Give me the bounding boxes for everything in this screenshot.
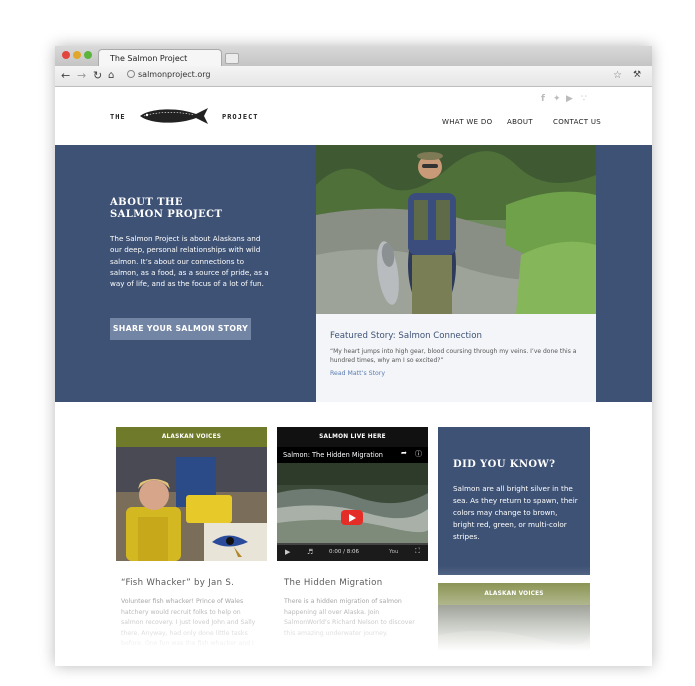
play-icon bbox=[349, 514, 356, 522]
new-tab-button[interactable] bbox=[225, 53, 239, 64]
forward-arrow-icon[interactable]: → bbox=[77, 68, 86, 83]
close-window-button[interactable] bbox=[62, 51, 70, 59]
featured-story-box: Featured Story: Salmon Connection “My he… bbox=[316, 314, 596, 402]
nav-what-we-do[interactable]: WHAT WE DO bbox=[442, 118, 492, 126]
alaskan-voices-photo[interactable] bbox=[116, 447, 267, 561]
share-icon[interactable]: ➦ bbox=[401, 449, 407, 457]
logo-text-the: THE bbox=[110, 113, 126, 121]
fullscreen-icon[interactable]: ⛶ bbox=[415, 547, 420, 556]
video-title[interactable]: Salmon: The Hidden Migration bbox=[283, 451, 383, 459]
video-frame bbox=[277, 463, 428, 543]
back-arrow-icon[interactable]: ← bbox=[61, 68, 70, 83]
reload-icon[interactable]: ↻ bbox=[93, 68, 102, 83]
minimize-window-button[interactable] bbox=[73, 51, 81, 59]
facebook-icon[interactable]: f bbox=[541, 94, 545, 104]
nav-contact-us[interactable]: CONTACT US bbox=[553, 118, 601, 126]
hero-body-text: The Salmon Project is about Alaskans and… bbox=[110, 234, 269, 289]
play-button[interactable] bbox=[341, 510, 363, 525]
globe-icon bbox=[127, 70, 135, 78]
alaskan-voices-title[interactable]: “Fish Whacker” by Jan S. bbox=[121, 578, 234, 588]
video-time: 0:00 / 8:06 bbox=[329, 549, 360, 555]
video-play-icon[interactable]: ▶ bbox=[285, 548, 290, 556]
did-you-know-text: Salmon are all bright silver in the sea.… bbox=[453, 484, 578, 541]
alaskan-voices-header: ALASKAN VOICES bbox=[116, 427, 267, 447]
featured-story-title[interactable]: Featured Story: Salmon Connection bbox=[330, 331, 482, 341]
youtube-logo-icon[interactable]: You bbox=[389, 549, 398, 555]
browser-toolbar: ← → ↻ ⌂ salmonproject.org ☆ ⚒ bbox=[55, 66, 652, 87]
wrench-icon[interactable]: ⚒ bbox=[633, 68, 641, 83]
browser-window: The Salmon Project ← → ↻ ⌂ salmonproject… bbox=[55, 46, 652, 666]
volume-icon[interactable]: ♬ bbox=[307, 548, 313, 556]
nav-about[interactable]: ABOUT bbox=[507, 118, 533, 126]
share-story-button[interactable]: SHARE YOUR SALMON STORY bbox=[110, 318, 251, 340]
read-story-link[interactable]: Read Matt’s Story bbox=[330, 370, 385, 377]
alaskan-voices-header-2: ALASKAN VOICES bbox=[438, 583, 590, 605]
home-icon[interactable]: ⌂ bbox=[108, 68, 114, 83]
rss-icon[interactable]: ∵ bbox=[581, 94, 587, 104]
video-controls: ▶ ♬ 0:00 / 8:06 You ⛶ bbox=[277, 543, 428, 561]
url-text: salmonproject.org bbox=[138, 70, 211, 79]
did-you-know-box: DID YOU KNOW? Salmon are all bright silv… bbox=[438, 427, 590, 575]
hidden-migration-title[interactable]: The Hidden Migration bbox=[284, 578, 382, 588]
tab-bar: The Salmon Project bbox=[55, 46, 652, 66]
tab-title: The Salmon Project bbox=[110, 54, 188, 63]
video-player[interactable]: Salmon: The Hidden Migration ➦ ⓘ ▶ ♬ 0:0… bbox=[277, 447, 428, 561]
featured-photo[interactable] bbox=[316, 145, 596, 314]
zoom-window-button[interactable] bbox=[84, 51, 92, 59]
address-bar[interactable]: salmonproject.org bbox=[127, 70, 210, 79]
salmon-logo-icon[interactable] bbox=[138, 105, 210, 127]
browser-tab[interactable]: The Salmon Project bbox=[98, 49, 222, 66]
alaskan-voices-photo-2[interactable] bbox=[438, 605, 590, 666]
bookmark-star-icon[interactable]: ☆ bbox=[613, 68, 622, 83]
hero-title: ABOUT THE SALMON PROJECT bbox=[110, 197, 223, 220]
web-page: THE PROJECT f ✦ ▶ ∵ WHAT WE DO ABOUT CON… bbox=[55, 86, 652, 666]
alaskan-voices-text: Volunteer fish whacker! Prince of Wales … bbox=[121, 598, 256, 658]
hidden-migration-text: There is a hidden migration of salmon ha… bbox=[284, 598, 415, 637]
logo-text-project: PROJECT bbox=[222, 113, 259, 121]
info-icon[interactable]: ⓘ bbox=[415, 449, 422, 459]
hero-side-panel bbox=[596, 145, 652, 402]
hero-panel: ABOUT THE SALMON PROJECT The Salmon Proj… bbox=[55, 145, 316, 402]
twitter-icon[interactable]: ✦ bbox=[553, 94, 561, 104]
youtube-icon[interactable]: ▶ bbox=[566, 94, 573, 104]
did-you-know-title: DID YOU KNOW? bbox=[453, 459, 556, 470]
salmon-live-here-header: SALMON LIVE HERE bbox=[277, 427, 428, 447]
featured-story-quote: “My heart jumps into high gear, blood co… bbox=[330, 348, 577, 364]
video-progress-bar[interactable] bbox=[277, 543, 428, 545]
